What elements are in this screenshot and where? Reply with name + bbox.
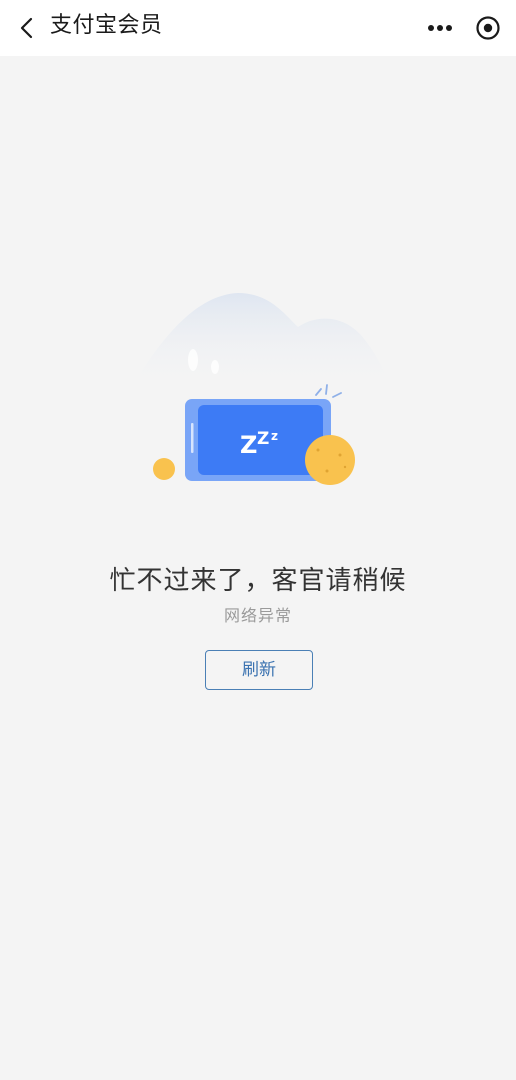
sleeping-phone-illustration: Z Z z	[130, 293, 390, 485]
error-subtitle: 网络异常	[223, 606, 292, 625]
mountain-background	[130, 293, 390, 390]
chevron-left-icon	[20, 17, 33, 39]
coin-large	[305, 435, 355, 485]
more-dots-icon	[428, 25, 452, 31]
coin-small	[153, 458, 175, 480]
navigation-bar: 支付宝会员	[0, 0, 516, 56]
sleep-zzz-text: Z	[240, 431, 257, 459]
sleep-zzz-text-2: Z	[257, 429, 269, 449]
close-miniapp-button[interactable]	[466, 8, 510, 48]
error-title: 忙不过来了，客官请稍候	[109, 566, 407, 596]
more-options-button[interactable]	[418, 8, 462, 48]
target-circle-icon	[476, 16, 500, 40]
refresh-button[interactable]: 刷新	[205, 650, 313, 690]
back-button[interactable]	[8, 8, 48, 48]
sleep-zzz-text-3: z	[271, 429, 278, 443]
page-title: 支付宝会员	[50, 13, 163, 38]
